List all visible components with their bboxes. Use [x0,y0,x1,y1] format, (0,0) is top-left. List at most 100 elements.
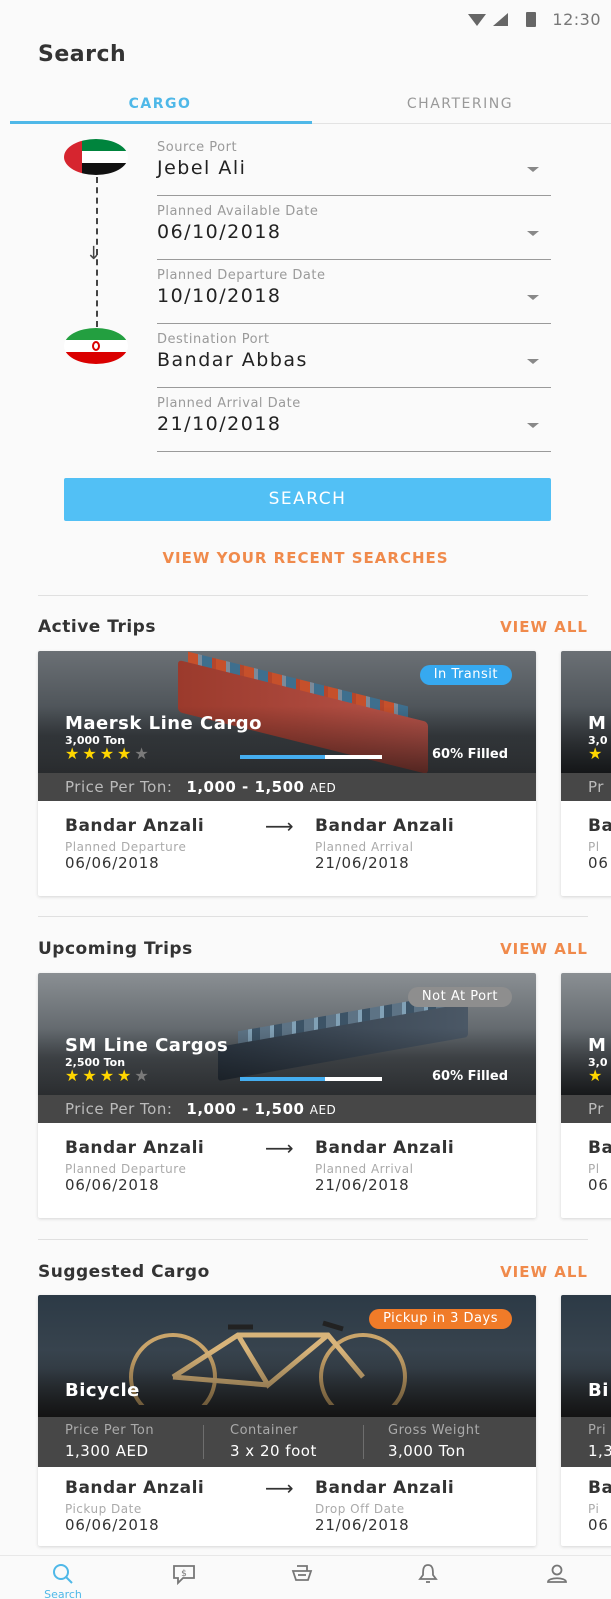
battery-icon [526,12,536,27]
cargo-price: Price Per Ton 1,300 AED [65,1423,154,1460]
cargo-info-bar: Price Per Ton 1,300 AED Container 3 x 20… [38,1417,536,1467]
nav-profile[interactable] [506,1556,606,1599]
price-currency: AED [309,781,337,795]
star-icon: ★ [82,744,100,763]
origin-port: Ba [588,816,611,836]
cargo-weight: Gross Weight 3,000 Ton [388,1423,480,1460]
pickup-date-label: Pickup Date [65,1502,142,1516]
origin-port: Ba [588,1478,611,1498]
cargo-price-value: 1,300 AED [65,1442,149,1460]
destination-port: Bandar Anzali [315,1478,455,1498]
source-port-field[interactable]: Source Port Jebel Ali [157,140,551,196]
section-divider [38,1239,588,1240]
active-trips-view-all-link[interactable]: VIEW ALL [500,618,588,636]
tab-chartering[interactable]: CHARTERING [310,96,610,112]
search-button[interactable]: SEARCH [64,478,551,521]
dropoff-date-label: Drop Off Date [315,1502,405,1516]
origin-port: Bandar Anzali [65,816,205,836]
departure-label: Pl [588,1162,600,1176]
available-date-field[interactable]: Planned Available Date 06/10/2018 [157,204,551,260]
price-label: Price Per Ton: [65,1100,173,1118]
ship-name: SM Line Cargos [65,1035,229,1056]
fill-progress [240,755,326,759]
nav-search-label: Search [44,1588,82,1599]
origin-port: Ba [588,1138,611,1158]
suggested-cargo-view-all-link[interactable]: VIEW ALL [500,1263,588,1281]
departure-date: 06 [588,1176,609,1194]
nav-quotes[interactable]: $ [133,1556,233,1599]
ship-icon [291,1565,313,1581]
cargo-info-bar: Pri 1,3 [561,1417,611,1467]
section-divider [38,916,588,917]
nav-shipments[interactable] [251,1556,351,1599]
upcoming-trip-card[interactable]: Not At Port SM Line Cargos 2,500 Ton ★★★… [38,973,536,1218]
status-time: 12:30 [552,10,601,29]
active-trip-card-peek[interactable]: M 3,0 ★ Pr Ba Pl 06 [561,651,611,896]
dropdown-caret-icon[interactable] [527,231,539,236]
departure-label: Planned Departure [65,840,187,854]
field-label: Planned Arrival Date [157,396,301,411]
field-value: 06/10/2018 [157,221,282,243]
ship-name: Maersk Line Cargo [65,713,263,734]
fill-label: 60% Filled [431,1069,508,1084]
price-bar: Pr [561,1095,611,1123]
suggested-cargo-card-peek[interactable]: Bi Pri 1,3 Ba Pi 06 [561,1295,611,1546]
star-empty-icon: ★ [134,1066,152,1085]
cargo-price-value: 1,3 [588,1442,611,1460]
cargo-price: Pri 1,3 [588,1423,611,1460]
origin-port: Bandar Anzali [65,1138,205,1158]
price-range: 1,000 - 1,500 [186,778,305,796]
departure-date: 06/06/2018 [65,1176,160,1194]
nav-search[interactable]: Search [13,1556,113,1599]
dropdown-caret-icon[interactable] [527,167,539,172]
destination-port: Bandar Anzali [315,816,455,836]
bottom-navigation: Search $ [0,1555,611,1599]
field-label: Destination Port [157,332,270,347]
dropdown-caret-icon[interactable] [527,423,539,428]
suggested-cargo-title: Suggested Cargo [38,1262,210,1282]
arrow-right-icon: ⟶ [265,1476,294,1500]
departure-date: 06 [588,854,609,872]
cargo-price-label: Price Per Ton [65,1423,155,1438]
arrival-label: Planned Arrival [315,840,414,854]
star-icon: ★ [117,744,135,763]
destination-port-field[interactable]: Destination Port Bandar Abbas [157,332,551,388]
dropdown-caret-icon[interactable] [527,359,539,364]
star-icon: ★ [117,1066,135,1085]
cargo-container: Container 3 x 20 foot [230,1423,317,1460]
chat-dollar-icon: $ [173,1565,195,1586]
upcoming-trips-view-all-link[interactable]: VIEW ALL [500,940,588,958]
upcoming-trips-title: Upcoming Trips [38,939,193,959]
rating-stars: ★★★★★ [65,744,152,763]
arrival-date: 21/06/2018 [315,854,410,872]
star-icon: ★ [99,1066,118,1085]
field-value: Jebel Ali [157,157,247,179]
active-trip-card[interactable]: In Transit Maersk Line Cargo 3,000 Ton ★… [38,651,536,896]
dropdown-caret-icon[interactable] [527,295,539,300]
pickup-date: 06/06/2018 [65,1516,160,1534]
star-icon: ★ [65,744,83,763]
search-icon [53,1564,73,1584]
cargo-price-label: Pri [588,1423,607,1438]
arrival-date-field[interactable]: Planned Arrival Date 21/10/2018 [157,396,551,452]
recent-searches-link[interactable]: VIEW YOUR RECENT SEARCHES [0,549,611,567]
departure-date-field[interactable]: Planned Departure Date 10/10/2018 [157,268,551,324]
status-badge: In Transit [419,665,512,685]
section-divider [38,595,588,596]
fill-label: 60% Filled [431,747,508,762]
departure-label: Planned Departure [65,1162,187,1176]
column-divider [363,1425,364,1459]
tab-cargo[interactable]: CARGO [10,96,310,112]
nav-notifications[interactable] [377,1556,477,1599]
star-empty-icon: ★ [134,744,152,763]
cargo-weight-value: 3,000 Ton [388,1442,466,1460]
fill-progress-bar [240,755,382,759]
suggested-cargo-card[interactable]: Pickup in 3 Days Bicycle Price Per Ton 1… [38,1295,536,1546]
column-divider [203,1425,204,1459]
bell-icon [418,1564,438,1583]
upcoming-trip-card-peek[interactable]: M 3,0 ★ Pr Ba Pl 06 [561,973,611,1218]
pickup-date: 06 [588,1516,609,1534]
pickup-badge: Pickup in 3 Days [369,1309,512,1329]
page-title: Search [38,42,127,67]
origin-port: Bandar Anzali [65,1478,205,1498]
